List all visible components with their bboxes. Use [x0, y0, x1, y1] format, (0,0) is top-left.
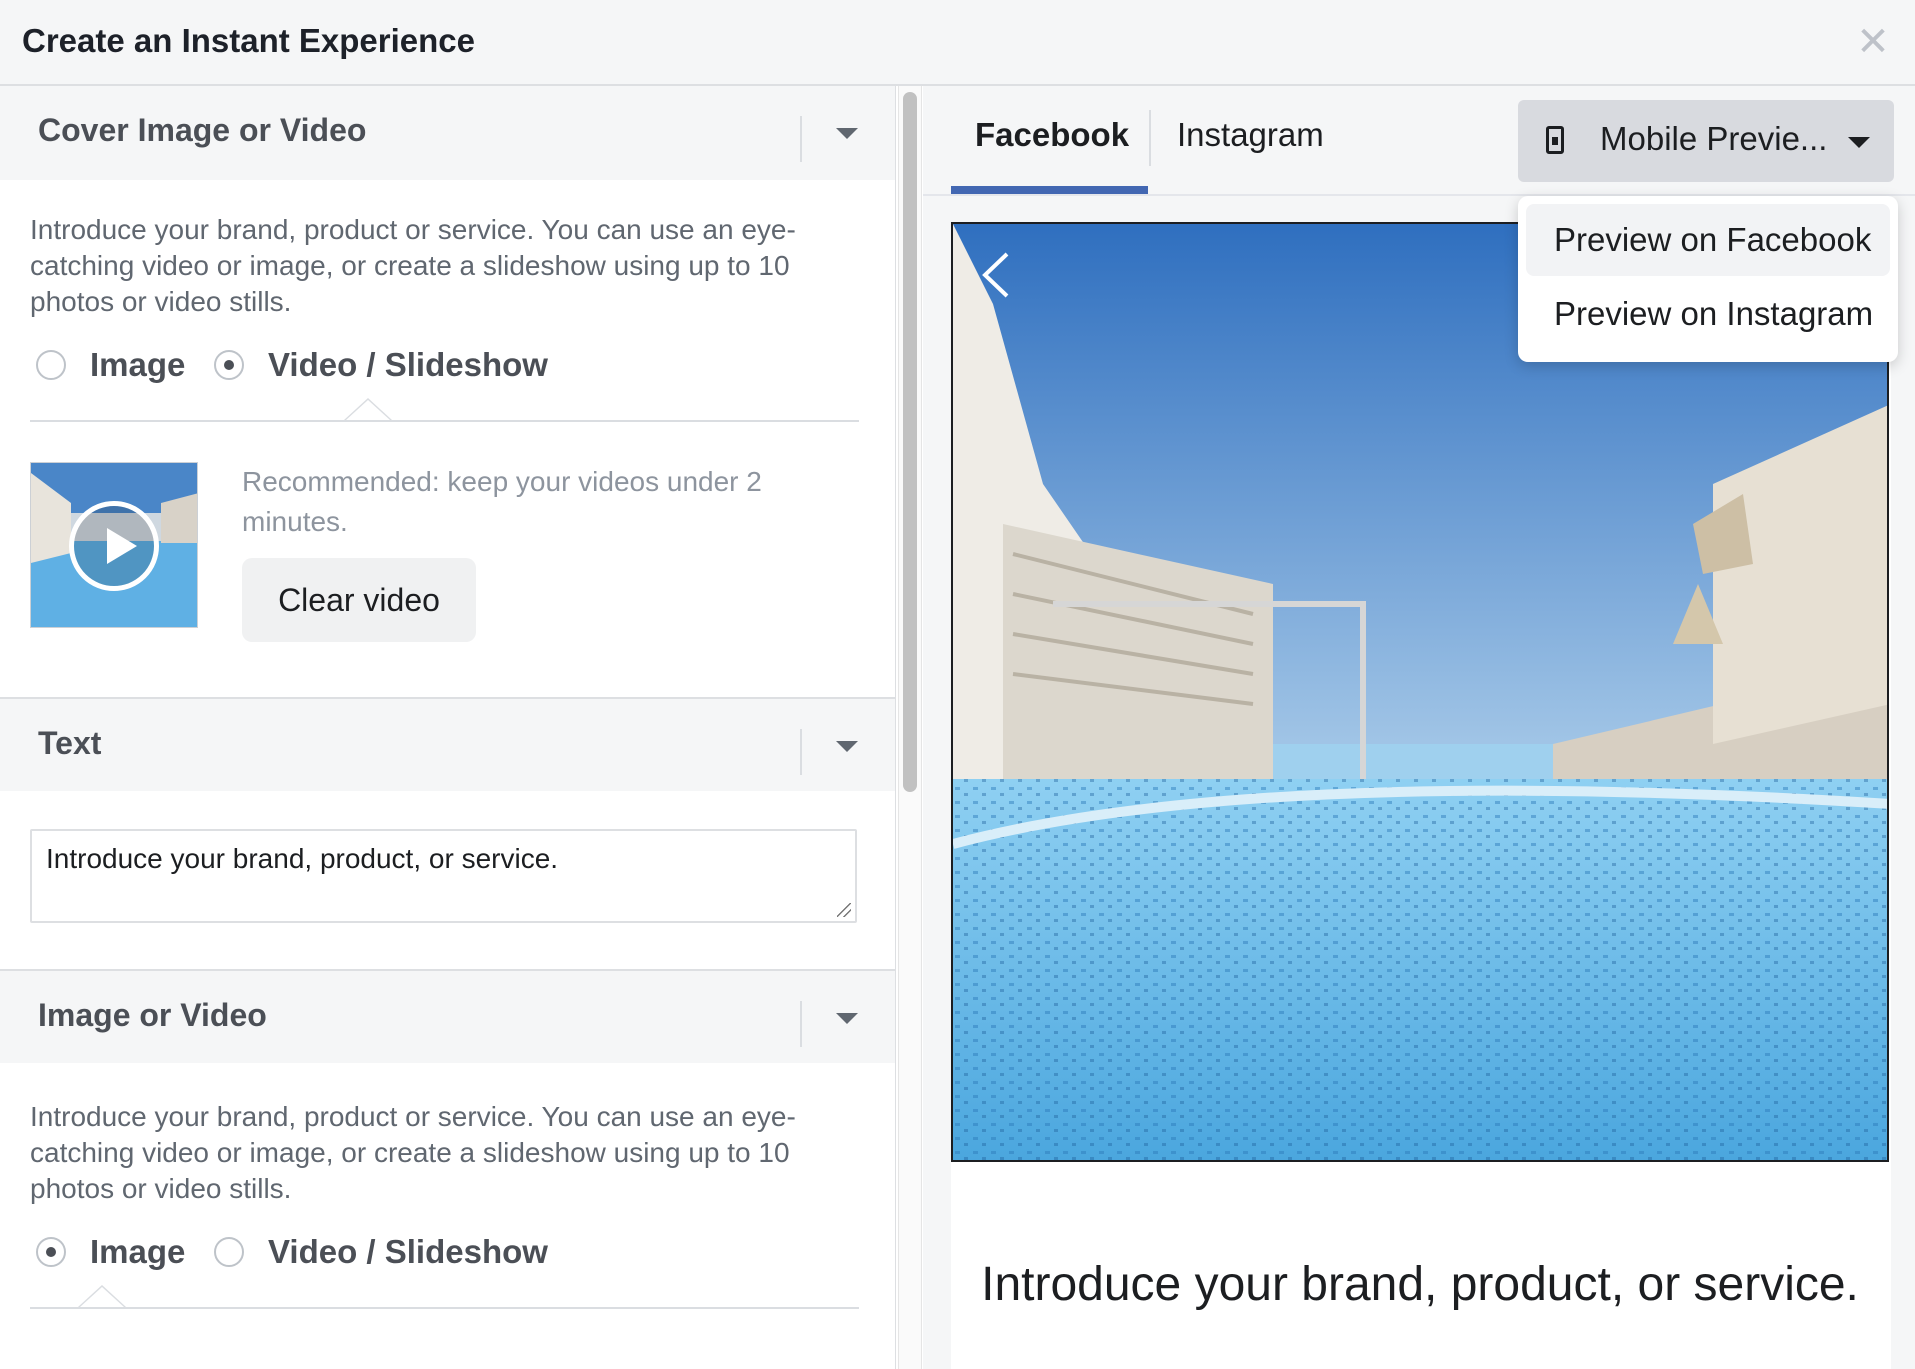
section-description: Introduce your brand, product or service…: [30, 214, 796, 317]
mobile-phone-icon: [1546, 126, 1564, 154]
chevron-down-icon[interactable]: [836, 1013, 858, 1024]
video-recommendation: Recommended: keep your videos under 2 mi…: [242, 466, 762, 537]
preview-dropdown-menu: Preview on Facebook Preview on Instagram: [1518, 196, 1898, 362]
text-input-value: Introduce your brand, product, or servic…: [46, 843, 559, 874]
tab-instagram[interactable]: Instagram: [1177, 116, 1324, 154]
pointer-arrow: [78, 1285, 126, 1307]
radio-video-slideshow[interactable]: Video / Slideshow: [214, 1233, 548, 1271]
section-body-cover: Introduce your brand, product or service…: [0, 180, 895, 406]
editor-panel: Cover Image or Video Introduce your bran…: [0, 86, 896, 1369]
tab-divider: [1149, 110, 1151, 166]
menu-item-preview-facebook[interactable]: Preview on Facebook: [1526, 204, 1890, 276]
radio-checked-icon[interactable]: [214, 350, 244, 380]
radio-label: Image: [90, 1233, 186, 1270]
section-header-text[interactable]: Text: [0, 697, 895, 791]
menu-item-preview-instagram[interactable]: Preview on Instagram: [1526, 278, 1890, 350]
cover-video-preview[interactable]: [951, 222, 1889, 1162]
clear-video-button[interactable]: Clear video: [242, 558, 476, 642]
video-thumbnail[interactable]: [30, 462, 198, 628]
section-header-cover[interactable]: Cover Image or Video: [0, 86, 895, 180]
media-type-radio-group: Image Video / Slideshow: [30, 1233, 857, 1293]
radio-image[interactable]: Image: [36, 1233, 185, 1271]
section-divider: [800, 729, 802, 775]
option-separator: [30, 1285, 859, 1309]
play-icon[interactable]: [69, 501, 159, 591]
preview-body-text: Introduce your brand, product, or servic…: [981, 1258, 1859, 1311]
section-title: Cover Image or Video: [38, 112, 367, 148]
section-header-image-video[interactable]: Image or Video: [0, 969, 895, 1063]
media-type-radio-group: Image Video / Slideshow: [30, 346, 857, 406]
left-panel-scrollbar[interactable]: [898, 86, 922, 1369]
preview-dropdown-label: Mobile Previe...: [1600, 120, 1828, 157]
chevron-left-icon[interactable]: [975, 250, 1025, 300]
instant-experience-preview: Introduce your brand, product, or servic…: [951, 222, 1891, 1369]
pool-scene-image: [953, 224, 1887, 1160]
mobile-preview-dropdown[interactable]: Mobile Previe...: [1518, 100, 1894, 182]
radio-video-slideshow[interactable]: Video / Slideshow: [214, 346, 548, 384]
pointer-arrow: [344, 398, 392, 420]
caret-down-icon: [1848, 137, 1870, 148]
dialog-title: Create an Instant Experience: [22, 22, 476, 59]
section-title: Text: [38, 725, 102, 761]
resize-handle-icon[interactable]: [837, 903, 851, 917]
radio-unchecked-icon[interactable]: [214, 1237, 244, 1267]
section-body-image-video: Introduce your brand, product or service…: [0, 1063, 895, 1293]
section-divider: [800, 1001, 802, 1047]
chevron-down-icon[interactable]: [836, 128, 858, 139]
option-separator: [30, 398, 859, 422]
radio-image[interactable]: Image: [36, 346, 185, 384]
radio-label: Image: [90, 346, 186, 383]
radio-unchecked-icon[interactable]: [36, 350, 66, 380]
radio-label: Video / Slideshow: [268, 1233, 548, 1270]
dialog-header: Create an Instant Experience ✕: [0, 0, 1915, 86]
text-input[interactable]: Introduce your brand, product, or servic…: [30, 829, 857, 923]
section-title: Image or Video: [38, 997, 267, 1033]
active-tab-indicator: [951, 186, 1148, 194]
tab-facebook[interactable]: Facebook: [975, 116, 1129, 154]
scrollbar-thumb[interactable]: [903, 92, 917, 792]
close-icon[interactable]: ✕: [1853, 22, 1893, 62]
chevron-down-icon[interactable]: [836, 741, 858, 752]
platform-tabs: Facebook Instagram Mobile Previe...: [923, 86, 1915, 196]
radio-label: Video / Slideshow: [268, 346, 548, 383]
video-upload-area: Recommended: keep your videos under 2 mi…: [0, 462, 895, 697]
radio-checked-icon[interactable]: [36, 1237, 66, 1267]
section-description: Introduce your brand, product or service…: [30, 1101, 796, 1204]
section-divider: [800, 116, 802, 162]
